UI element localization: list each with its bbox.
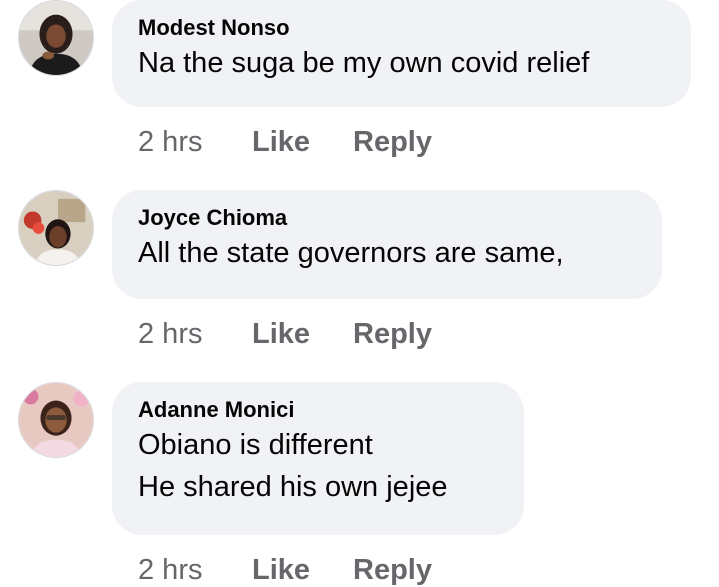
avatar[interactable] — [18, 382, 94, 458]
like-button[interactable]: Like — [252, 126, 353, 159]
reply-button[interactable]: Reply — [353, 318, 432, 351]
comment-author[interactable]: Adanne Monici — [138, 396, 498, 424]
comment-bubble: Adanne Monici Obiano is different He sha… — [112, 382, 524, 535]
reply-button[interactable]: Reply — [353, 554, 432, 587]
avatar[interactable] — [18, 0, 94, 76]
comment-timestamp[interactable]: 2 hrs — [138, 554, 252, 587]
comment-actions: 2 hrs Like Reply — [138, 318, 432, 351]
comment-actions: 2 hrs Like Reply — [138, 126, 432, 159]
comment-bubble: Joyce Chioma All the state governors are… — [112, 190, 662, 299]
like-button[interactable]: Like — [252, 554, 353, 587]
comment-text-line: All the state governors are same, — [138, 237, 564, 269]
comment-timestamp[interactable]: 2 hrs — [138, 126, 252, 159]
comment-author[interactable]: Modest Nonso — [138, 14, 665, 42]
comment-bubble: Modest Nonso Na the suga be my own covid… — [112, 0, 691, 107]
comment-timestamp[interactable]: 2 hrs — [138, 318, 252, 351]
profile-photo-icon — [19, 383, 93, 457]
profile-photo-icon — [19, 191, 93, 265]
profile-photo-icon — [19, 1, 93, 75]
comment-text-line: He shared his own jejee — [138, 471, 448, 503]
avatar[interactable] — [18, 190, 94, 266]
like-button[interactable]: Like — [252, 318, 353, 351]
comment-text-line: Na the suga be my own covid relief — [138, 47, 590, 79]
reply-button[interactable]: Reply — [353, 126, 432, 159]
comment-text-line: Obiano is different — [138, 429, 373, 461]
comment-actions: 2 hrs Like Reply — [138, 554, 432, 587]
comment-author[interactable]: Joyce Chioma — [138, 204, 636, 232]
